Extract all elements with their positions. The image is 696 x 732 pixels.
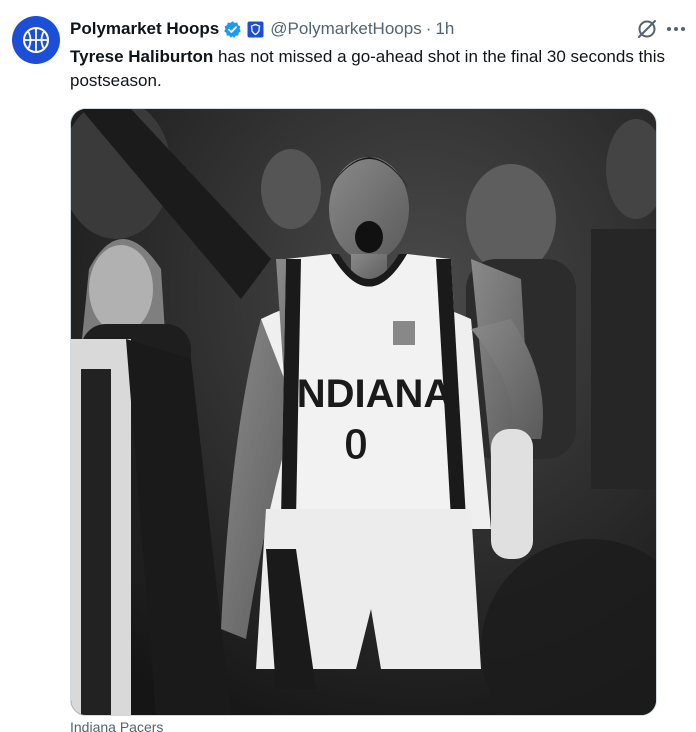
separator-dot: · (425, 19, 432, 38)
affiliate-badge-icon[interactable] (247, 21, 264, 38)
grok-icon[interactable] (636, 18, 658, 40)
avatar[interactable] (12, 16, 60, 64)
basketball-icon (23, 27, 49, 53)
jersey-text: INDIANA (286, 372, 453, 416)
tweet-text: Tyrese Haliburton has not missed a go-ah… (70, 45, 686, 93)
more-icon[interactable] (664, 18, 688, 40)
verified-badge-icon[interactable] (223, 20, 242, 39)
tweet-photo[interactable]: INDIANA 0 (70, 108, 657, 716)
photo-caption: Indiana Pacers (70, 719, 164, 732)
display-name[interactable]: Polymarket Hoops (70, 19, 219, 39)
timestamp[interactable]: 1h (435, 19, 454, 39)
jersey-number: 0 (344, 420, 368, 469)
tweet-header: Polymarket Hoops @PolymarketHoops · 1h (70, 17, 676, 41)
tweet[interactable]: Polymarket Hoops @PolymarketHoops · 1h T… (0, 0, 696, 732)
player-name: Tyrese Haliburton (70, 47, 214, 66)
handle[interactable]: @PolymarketHoops (270, 19, 421, 39)
